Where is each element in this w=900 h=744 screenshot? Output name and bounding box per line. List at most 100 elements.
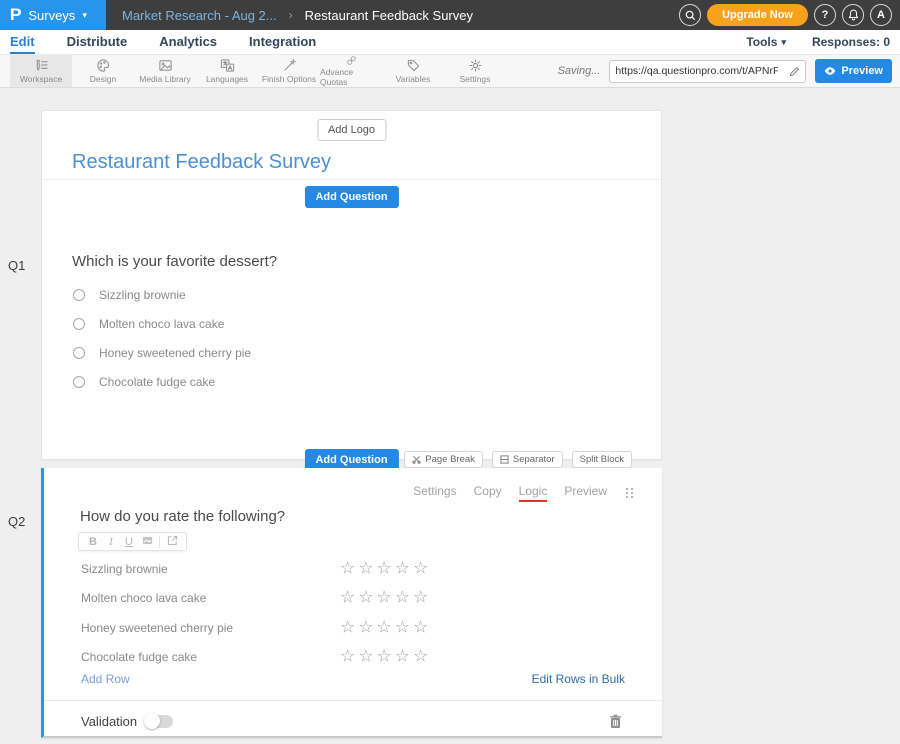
tools-menu[interactable]: Tools▾ — [746, 35, 786, 49]
page-break-icon — [412, 455, 421, 464]
chevron-down-icon: ▾ — [82, 10, 87, 21]
star-rating: ☆☆☆☆☆ — [340, 560, 428, 577]
notifications-button[interactable] — [842, 4, 864, 26]
text-format-toolbar: B I U — [78, 532, 187, 551]
answer-option[interactable]: Honey sweetened cherry pie — [73, 347, 251, 359]
top-bar: P Surveys ▾ Market Research - Aug 2... ›… — [0, 0, 900, 30]
star-icon[interactable]: ☆ — [413, 649, 428, 666]
preview-button[interactable]: Preview — [815, 59, 892, 83]
page-break-button[interactable]: Page Break — [404, 451, 483, 468]
toolbar-item-languages[interactable]: Languages — [196, 55, 258, 87]
radio-icon[interactable] — [73, 376, 85, 388]
search-icon — [685, 10, 696, 21]
italic-button[interactable]: I — [102, 536, 120, 548]
star-icon[interactable]: ☆ — [340, 619, 355, 636]
add-row-link[interactable]: Add Row — [81, 672, 130, 686]
survey-title[interactable]: Restaurant Feedback Survey — [72, 151, 331, 174]
star-icon[interactable]: ☆ — [395, 590, 410, 607]
survey-url-input[interactable] — [610, 65, 783, 77]
surveys-product-menu[interactable]: P Surveys ▾ — [0, 0, 106, 30]
chevron-down-icon: ▾ — [781, 37, 786, 48]
toolbar-item-media-library[interactable]: Media Library — [134, 55, 196, 87]
star-icon[interactable]: ☆ — [413, 590, 428, 607]
toolbar-item-advance-quotas[interactable]: Advance Quotas — [320, 55, 382, 87]
star-icon[interactable]: ☆ — [358, 619, 373, 636]
question-settings-link[interactable]: Settings — [413, 484, 456, 502]
search-button[interactable] — [679, 4, 701, 26]
toolbar-item-variables[interactable]: Variables — [382, 55, 444, 87]
bold-button[interactable]: B — [84, 536, 102, 548]
underline-button[interactable]: U — [120, 536, 138, 548]
trash-icon — [609, 714, 622, 729]
star-icon[interactable]: ☆ — [377, 619, 392, 636]
radio-icon[interactable] — [73, 289, 85, 301]
add-logo-button[interactable]: Add Logo — [317, 119, 386, 141]
open-editor-button[interactable] — [163, 535, 181, 549]
breadcrumb-separator-icon: › — [289, 8, 293, 22]
question-1-options: Sizzling brownie Molten choco lava cake … — [73, 289, 251, 405]
toolbar-item-settings[interactable]: Settings — [444, 55, 506, 87]
star-icon[interactable]: ☆ — [340, 649, 355, 666]
star-icon[interactable]: ☆ — [358, 560, 373, 577]
star-icon[interactable]: ☆ — [395, 560, 410, 577]
translate-icon — [220, 58, 235, 73]
tab-distribute[interactable]: Distribute — [67, 30, 128, 54]
star-rating: ☆☆☆☆☆ — [340, 619, 428, 636]
star-rating: ☆☆☆☆☆ — [340, 649, 428, 666]
toolbar-right: Saving... Preview — [558, 55, 900, 87]
more-options-icon[interactable] — [626, 488, 634, 499]
editor-toolbar: Workspace Design Media Library Languages… — [0, 55, 900, 88]
validation-label: Validation — [81, 714, 137, 729]
answer-option[interactable]: Molten choco lava cake — [73, 318, 251, 330]
star-icon[interactable]: ☆ — [358, 590, 373, 607]
help-button[interactable]: ? — [814, 4, 836, 26]
edit-url-button[interactable] — [783, 61, 805, 82]
tab-edit[interactable]: Edit — [10, 30, 35, 54]
question-preview-link[interactable]: Preview — [564, 484, 607, 502]
star-icon[interactable]: ☆ — [395, 649, 410, 666]
question-2-text[interactable]: How do you rate the following? — [80, 508, 285, 525]
account-avatar[interactable]: A — [870, 4, 892, 26]
rating-row: Honey sweetened cherry pie ☆☆☆☆☆ — [81, 613, 637, 643]
answer-option[interactable]: Chocolate fudge cake — [73, 376, 251, 388]
breadcrumb-folder[interactable]: Market Research - Aug 2... — [122, 8, 277, 23]
star-icon[interactable]: ☆ — [377, 649, 392, 666]
magic-wand-icon — [282, 58, 297, 73]
star-icon[interactable]: ☆ — [377, 560, 392, 577]
radio-icon[interactable] — [73, 318, 85, 330]
question-copy-link[interactable]: Copy — [474, 484, 502, 502]
tag-icon — [406, 58, 421, 73]
star-icon[interactable]: ☆ — [358, 649, 373, 666]
star-icon[interactable]: ☆ — [340, 590, 355, 607]
pencil-icon — [789, 66, 800, 77]
insert-image-button[interactable] — [138, 535, 156, 549]
tab-integration[interactable]: Integration — [249, 30, 316, 54]
toolbar-item-finish-options[interactable]: Finish Options — [258, 55, 320, 87]
survey-block-1: Add Logo Restaurant Feedback Survey Add … — [41, 110, 662, 460]
add-question-button-top[interactable]: Add Question — [304, 186, 398, 208]
question-logic-link[interactable]: Logic — [519, 484, 548, 502]
toolbar-item-design[interactable]: Design — [72, 55, 134, 87]
delete-question-button[interactable] — [609, 714, 622, 729]
breadcrumb: Market Research - Aug 2... › Restaurant … — [122, 8, 473, 23]
star-icon[interactable]: ☆ — [413, 560, 428, 577]
topbar-actions: Upgrade Now ? A — [679, 4, 900, 26]
avatar-initial: A — [877, 9, 885, 21]
header-divider — [42, 179, 661, 180]
split-block-button[interactable]: Split Block — [572, 451, 632, 468]
separator-button[interactable]: Separator — [492, 451, 563, 468]
responses-count[interactable]: Responses: 0 — [812, 35, 890, 49]
edit-rows-in-bulk-link[interactable]: Edit Rows in Bulk — [532, 672, 625, 686]
toolbar-item-workspace[interactable]: Workspace — [10, 55, 72, 87]
answer-option[interactable]: Sizzling brownie — [73, 289, 251, 301]
star-icon[interactable]: ☆ — [377, 590, 392, 607]
tab-analytics[interactable]: Analytics — [159, 30, 217, 54]
question-1-text[interactable]: Which is your favorite dessert? — [72, 253, 277, 270]
star-icon[interactable]: ☆ — [395, 619, 410, 636]
validation-toggle[interactable] — [146, 715, 173, 728]
saving-status: Saving... — [558, 65, 601, 77]
star-icon[interactable]: ☆ — [413, 619, 428, 636]
upgrade-now-button[interactable]: Upgrade Now — [707, 4, 808, 26]
star-icon[interactable]: ☆ — [340, 560, 355, 577]
radio-icon[interactable] — [73, 347, 85, 359]
